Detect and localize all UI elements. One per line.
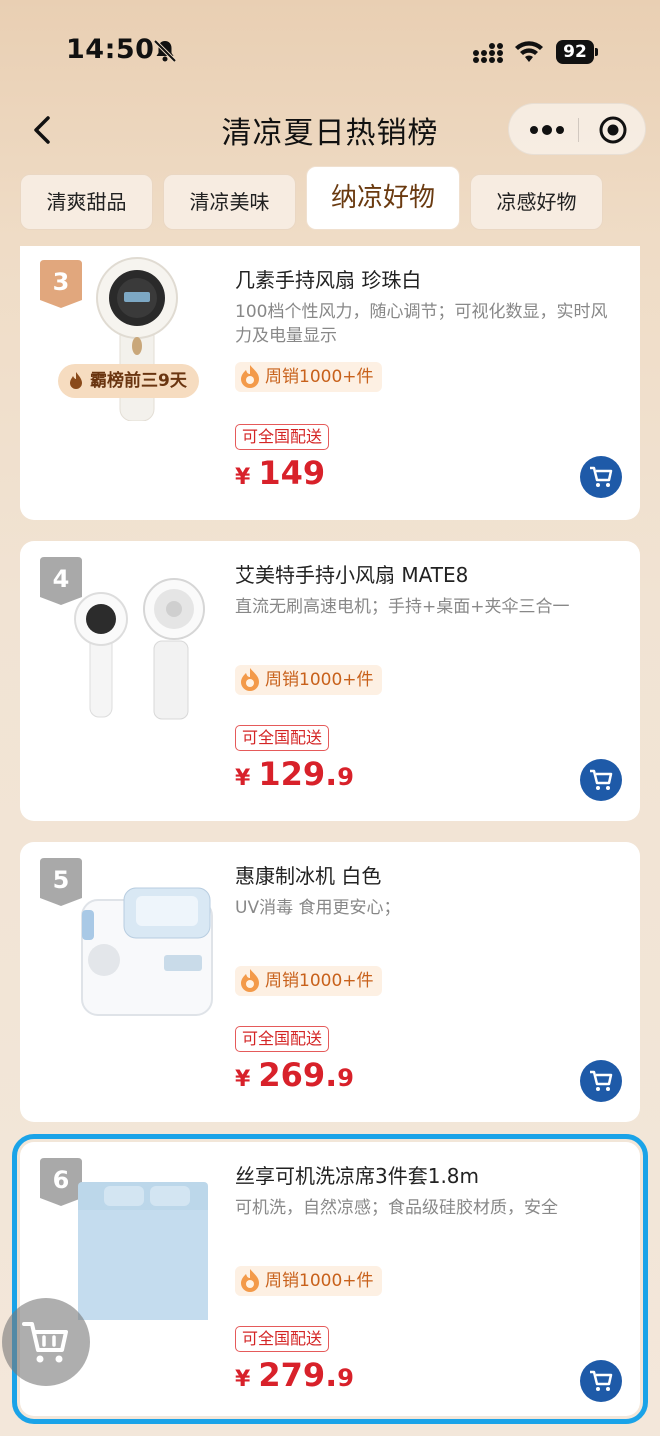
tab-naliang-haowu[interactable]: 纳凉好物 [306,166,460,230]
status-time: 14:50 [66,34,155,65]
shopping-cart-icon [22,1322,68,1363]
product-price: ¥149 [235,454,326,492]
cellular-signal-icon [473,43,503,63]
ice-maker-image [81,887,213,1016]
flame-icon [241,969,259,992]
cooling-mat-image [78,1182,208,1320]
floating-cart-button[interactable] [2,1298,90,1386]
product-name: 艾美特手持小风扇 MATE8 [235,563,469,587]
shopping-cart-icon [590,1370,613,1391]
product-card[interactable]: 3 霸榜前三9天 几素手持风扇 珍珠白 100档个性风力，随心调节；可视化数显，… [20,246,640,520]
shopping-cart-icon [590,769,613,790]
flame-icon [241,365,259,388]
product-name: 几素手持风扇 珍珠白 [235,268,422,292]
sales-tag: 周销1000+件 [235,1266,382,1296]
add-to-cart-button[interactable] [580,1060,622,1102]
sales-tag: 周销1000+件 [235,665,382,695]
target-circle-icon[interactable] [597,114,629,146]
shipping-tag: 可全国配送 [235,1326,330,1352]
shopping-cart-icon [590,466,613,487]
product-desc: 100档个性风力，随心调节；可视化数显，实时风力及电量显示 [235,302,608,346]
more-dots-icon[interactable] [525,117,569,143]
wifi-icon [515,41,543,62]
status-bar: 14:50 92 [0,0,660,100]
product-list: 3 霸榜前三9天 几素手持风扇 珍珠白 100档个性风力，随心调节；可视化数显，… [0,246,660,1436]
sales-tag: 周销1000+件 [235,966,382,996]
shopping-cart-icon [590,1070,613,1091]
product-card[interactable]: 4 艾美特手持小风扇 MATE8 直流无刷高速电机；手持+桌面+夹伞三合一 周销… [20,541,640,821]
flame-icon [241,1269,259,1292]
add-to-cart-button[interactable] [580,456,622,498]
sales-tag: 周销1000+件 [235,362,382,392]
flame-icon [241,668,259,691]
shipping-tag: 可全国配送 [235,424,330,450]
product-desc: 直流无刷高速电机；手持+桌面+夹伞三合一 [235,597,570,617]
flame-icon [70,372,82,389]
product-desc: UV消毒 食用更安心； [235,898,401,918]
tab-qingliang-meiwei[interactable]: 清凉美味 [163,174,296,230]
tab-qingshuang-tianpin[interactable]: 清爽甜品 [20,174,153,230]
mini-fan-image [74,578,205,720]
page-title: 清凉夏日热销榜 [221,116,439,151]
chevron-left-icon[interactable] [28,112,58,148]
product-name: 惠康制冰机 白色 [235,864,382,888]
product-card-selected[interactable]: 6 丝享可机洗凉席3件套1.8m 可机洗，自然凉感；食品级硅胶材质，安全 周销1… [12,1134,648,1424]
bell-muted-icon [153,39,177,63]
product-price: ¥129.9 [235,755,354,793]
product-name: 丝享可机洗凉席3件套1.8m [235,1164,480,1188]
product-price: ¥279.9 [235,1356,354,1394]
battery-icon: 92 [556,40,600,64]
battery-level: 92 [556,40,594,64]
top-rank-badge: 霸榜前三9天 [58,364,199,398]
add-to-cart-button[interactable] [580,1360,622,1402]
product-card[interactable]: 5 惠康制冰机 白色 UV消毒 食用更安心； 周销1000+件 可全国配送 ¥2… [20,842,640,1122]
tab-lianggan-haowu[interactable]: 凉感好物 [470,174,603,230]
product-desc: 可机洗，自然凉感；食品级硅胶材质，安全 [235,1198,558,1218]
shipping-tag: 可全国配送 [235,725,330,751]
shipping-tag: 可全国配送 [235,1026,330,1052]
product-price: ¥269.9 [235,1056,354,1094]
add-to-cart-button[interactable] [580,759,622,801]
mini-program-capsule [508,103,646,155]
